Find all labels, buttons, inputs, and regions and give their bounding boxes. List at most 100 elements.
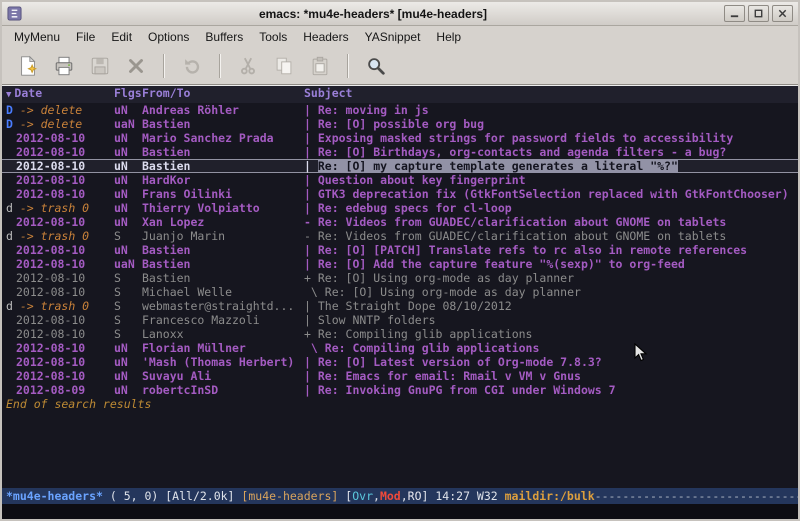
message-row[interactable]: 2012-08-10uNMario Sanchez Prada| Exposin…: [2, 131, 798, 145]
from-cell: Bastien: [142, 271, 304, 285]
message-row[interactable]: 2012-08-10uNSuvayu Ali| Re: Emacs for em…: [2, 369, 798, 383]
close-button[interactable]: [120, 51, 152, 81]
message-row[interactable]: d -> trash 0Swebmaster@straightd...| The…: [2, 299, 798, 313]
modeline-segment: Mod: [380, 489, 401, 503]
new-file-button[interactable]: [12, 51, 44, 81]
message-row[interactable]: 2012-08-10SBastien+ Re: [O] Using org-mo…: [2, 271, 798, 285]
menu-yasnippet[interactable]: YASnippet: [357, 28, 429, 46]
flags-cell: S: [114, 327, 142, 341]
message-row[interactable]: 2012-08-10uNFrans Oilinki| GTK3 deprecat…: [2, 187, 798, 201]
mark-target: -> trash 0: [13, 201, 89, 215]
mark-target: -> trash 0: [13, 229, 89, 243]
mark-indicator: d: [6, 299, 13, 313]
date-cell: 2012-08-10: [2, 313, 114, 327]
menu-mymenu[interactable]: MyMenu: [6, 28, 68, 46]
undo-button[interactable]: [176, 51, 208, 81]
flags-cell: uN: [114, 131, 142, 145]
message-row[interactable]: 2012-08-10uNBastien| Re: [O] my capture …: [2, 159, 798, 173]
paste-button[interactable]: [304, 51, 336, 81]
message-row[interactable]: 2012-08-10uaNBastien| Re: [O] Add the ca…: [2, 257, 798, 271]
column-date[interactable]: ▼Date: [2, 86, 114, 103]
modeline-segment: [All/2.0k]: [165, 489, 241, 503]
from-cell: webmaster@straightd...: [142, 299, 304, 313]
close-button[interactable]: [772, 5, 793, 22]
echo-area[interactable]: [2, 504, 798, 519]
from-cell: Juanjo Marin: [142, 229, 304, 243]
flags-cell: S: [114, 285, 142, 299]
flags-cell: uN: [114, 243, 142, 257]
message-row[interactable]: 2012-08-10SMichael Welle \ Re: [O] Using…: [2, 285, 798, 299]
paste-icon: [309, 55, 331, 77]
from-cell: HardKor: [142, 173, 304, 187]
menu-help[interactable]: Help: [428, 28, 469, 46]
from-cell: Michael Welle: [142, 285, 304, 299]
from-cell: Francesco Mazzoli: [142, 313, 304, 327]
date-cell: 2012-08-10: [2, 369, 114, 383]
subject-cell: | Re: Emacs for email: Rmail v VM v Gnus: [304, 369, 798, 383]
from-cell: Bastien: [142, 159, 304, 173]
cut-button[interactable]: [232, 51, 264, 81]
message-row[interactable]: 2012-08-10uNHardKor| Question about key …: [2, 173, 798, 187]
date-value: 2012-08-10: [16, 341, 85, 355]
message-row[interactable]: 2012-08-10uNFlorian Müllner \ Re: Compil…: [2, 341, 798, 355]
message-row[interactable]: d -> trash 0SJuanjo Marin- Re: Videos fr…: [2, 229, 798, 243]
maximize-button[interactable]: [748, 5, 769, 22]
message-row[interactable]: 2012-08-10uNBastien| Re: [O] [PATCH] Tra…: [2, 243, 798, 257]
print-icon: [53, 55, 75, 77]
subject-cell: | Re: [O] [PATCH] Translate refs to rc a…: [304, 243, 798, 257]
date-value: 2012-08-09: [16, 383, 85, 397]
flags-cell: S: [114, 271, 142, 285]
message-row[interactable]: 2012-08-10SFrancesco Mazzoli| Slow NNTP …: [2, 313, 798, 327]
subject-cell: | Re: [O] my capture template generates …: [304, 159, 798, 173]
new-file-icon: [17, 55, 39, 77]
minimize-button[interactable]: [724, 5, 745, 22]
modeline-segment: ]: [422, 489, 436, 503]
menu-file[interactable]: File: [68, 28, 103, 46]
message-row[interactable]: 2012-08-10SLanoxx+ Re: Compiling glib ap…: [2, 327, 798, 341]
date-cell: 2012-08-10: [2, 285, 114, 299]
subject-cell: | Exposing masked strings for password f…: [304, 131, 798, 145]
print-button[interactable]: [48, 51, 80, 81]
from-cell: Bastien: [142, 257, 304, 271]
message-row[interactable]: d -> trash 0uNThierry Volpiatto| Re: ede…: [2, 201, 798, 215]
column-subject[interactable]: Subject: [304, 86, 798, 103]
date-value: 2012-08-10: [16, 145, 85, 159]
minimize-icon: [729, 8, 740, 19]
date-cell: 2012-08-09: [2, 383, 114, 397]
message-row[interactable]: 2012-08-10uNBastien| Re: [O] Birthdays, …: [2, 145, 798, 159]
message-row[interactable]: 2012-08-09uNrobertcInSD| Re: Invoking Gn…: [2, 383, 798, 397]
mark-indicator: D: [6, 117, 13, 131]
menu-edit[interactable]: Edit: [103, 28, 140, 46]
message-row[interactable]: 2012-08-10uN'Mash (Thomas Herbert)| Re: …: [2, 355, 798, 369]
menu-options[interactable]: Options: [140, 28, 197, 46]
column-from[interactable]: From/To: [142, 86, 304, 103]
menu-headers[interactable]: Headers: [295, 28, 356, 46]
mark-target: -> delete: [13, 103, 82, 117]
copy-button[interactable]: [268, 51, 300, 81]
window-title: emacs: *mu4e-headers* [mu4e-headers]: [26, 7, 720, 21]
menu-buffers[interactable]: Buffers: [197, 28, 251, 46]
date-value: 2012-08-10: [16, 215, 85, 229]
emacs-window: emacs: *mu4e-headers* [mu4e-headers] MyM…: [0, 0, 800, 521]
date-cell: 2012-08-10: [2, 173, 114, 187]
modeline-segment: maildir:/bulk: [505, 489, 595, 503]
flags-cell: uaN: [114, 117, 142, 131]
flags-cell: uN: [114, 341, 142, 355]
search-button[interactable]: [360, 51, 392, 81]
from-cell: Thierry Volpiatto: [142, 201, 304, 215]
message-row[interactable]: D -> deleteuaNBastien| Re: [O] possible …: [2, 117, 798, 131]
flags-cell: uN: [114, 215, 142, 229]
column-flags[interactable]: Flgs: [114, 86, 142, 103]
save-button[interactable]: [84, 51, 116, 81]
menu-tools[interactable]: Tools: [251, 28, 295, 46]
message-row[interactable]: D -> deleteuNAndreas Röhler| Re: moving …: [2, 103, 798, 117]
date-cell: 2012-08-10: [2, 355, 114, 369]
end-of-results: End of search results: [2, 397, 798, 411]
save-icon: [89, 55, 111, 77]
column-date-label: Date: [14, 86, 42, 100]
subject-cell: - Re: Videos from GUADEC/clarification a…: [304, 229, 798, 243]
message-row[interactable]: 2012-08-10uNXan Lopez- Re: Videos from G…: [2, 215, 798, 229]
flags-cell: uN: [114, 187, 142, 201]
date-value: 2012-08-10: [16, 243, 85, 257]
date-value: 2012-08-10: [16, 271, 85, 285]
